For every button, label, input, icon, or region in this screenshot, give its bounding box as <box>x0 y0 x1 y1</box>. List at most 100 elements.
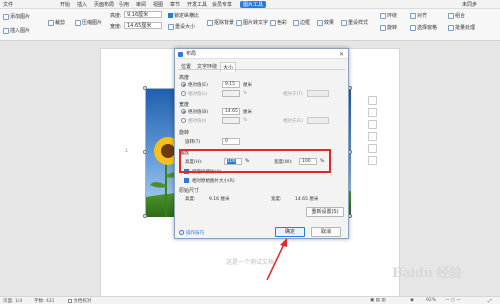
height-unit: 厘米 <box>243 83 252 88</box>
checkbox-icon <box>168 13 173 18</box>
width-absolute-input[interactable]: 14.65 <box>222 108 240 115</box>
menu-layout[interactable]: 页面布局 <box>94 1 114 8</box>
combine-icon <box>448 12 454 19</box>
picture-float-toolbar <box>368 96 379 178</box>
effects-button[interactable]: 效果 <box>317 19 334 26</box>
tab-divider <box>178 69 345 70</box>
crop-icon[interactable] <box>368 120 377 129</box>
combine-button[interactable]: 组合 <box>448 12 465 19</box>
width-percent: % <box>243 118 248 123</box>
outline-icon <box>293 19 299 26</box>
zoom-icon[interactable] <box>368 108 377 117</box>
compress-button[interactable]: 压缩图片 <box>75 19 102 26</box>
style-icon <box>341 19 347 26</box>
dialog-title: 布局 <box>175 49 348 59</box>
sync-status[interactable]: 未同步 <box>462 1 477 8</box>
ribbon-height-input[interactable]: 9.16厘米 <box>124 11 162 18</box>
relative-original-label: 相对原始图片大小(R) <box>192 179 235 184</box>
add-picture-button[interactable]: 添加图片 <box>3 13 30 20</box>
reset-style-button[interactable]: 重设样式 <box>341 19 368 26</box>
menu-member[interactable]: 会员专享 <box>212 1 232 8</box>
original-height-label: 高度: <box>185 197 196 202</box>
height-relative-to-select[interactable] <box>307 90 329 97</box>
width-relative-input[interactable] <box>222 117 240 124</box>
word-count[interactable]: 字数: 431 <box>34 298 55 304</box>
align-button[interactable]: 对齐 <box>410 12 427 19</box>
height-absolute-input[interactable]: 9.15 <box>222 81 240 88</box>
text-extract-button[interactable]: 图片转文字 <box>236 19 268 26</box>
height-absolute-label: 绝对值(E) <box>188 83 208 88</box>
view-mode-icon[interactable]: ▣ ▤ ▥ <box>370 298 386 303</box>
batch-button[interactable]: 批量处理 <box>448 24 475 31</box>
select-icon <box>410 24 416 31</box>
lock-ratio-checkbox[interactable]: 锁定纵横比 <box>168 12 199 19</box>
select-pane-button[interactable]: 选择窗格 <box>410 24 437 31</box>
width-absolute-radio[interactable] <box>181 109 186 114</box>
menu-view[interactable]: 视图 <box>153 1 163 8</box>
height-relative-input[interactable] <box>222 90 240 97</box>
rotate-icon <box>380 24 386 31</box>
width-absolute-label: 绝对值(B) <box>188 110 209 115</box>
menu-picture-tools[interactable]: 图片工具 <box>240 1 267 8</box>
menu-home[interactable]: 开始 <box>60 1 70 8</box>
picture-icon <box>3 13 9 20</box>
close-icon[interactable]: ✕ <box>339 51 344 58</box>
height-relative-to-label: 相对于(T) <box>283 92 303 97</box>
resize-handle[interactable] <box>143 86 147 90</box>
ribbon: 添加图片 插入图片 裁剪 压缩图片 高度: 9.16厘米 宽度: 14.65厘米… <box>0 9 500 41</box>
spell-check[interactable]: 文档校对 <box>68 298 91 304</box>
color-button[interactable]: 色彩 <box>270 19 287 26</box>
fullscreen-icon[interactable]: ⤢ <box>488 298 492 304</box>
menu-insert[interactable]: 插入 <box>77 1 87 8</box>
resize-handle[interactable] <box>143 214 147 218</box>
height-relative-radio[interactable] <box>181 91 186 96</box>
cancel-button[interactable]: 取消 <box>311 227 341 237</box>
menu-bar: 文件 开始 插入 页面布局 引用 审阅 视图 章节 开发工具 会员专享 图片工具… <box>0 0 500 9</box>
rotate-input[interactable]: 0 <box>222 138 240 145</box>
menu-devtools[interactable]: 开发工具 <box>187 1 207 8</box>
crop-button[interactable]: 裁剪 <box>48 19 65 26</box>
insert-picture-button[interactable]: 插入图片 <box>3 27 30 34</box>
wrap-button[interactable]: 环绕 <box>380 12 397 19</box>
width-relative-to-label: 相对于(E) <box>283 119 303 124</box>
rotate-section-title: 旋转 <box>179 130 190 136</box>
ribbon-height-label: 高度: <box>110 13 122 19</box>
menu-reference[interactable]: 引用 <box>119 1 129 8</box>
app-icon <box>178 52 183 57</box>
more-icon[interactable] <box>368 156 377 165</box>
menu-file[interactable]: 文件 <box>3 1 13 8</box>
ribbon-width-label: 宽度: <box>110 24 122 30</box>
menu-review[interactable]: 审阅 <box>136 1 146 8</box>
height-absolute-radio[interactable] <box>181 82 186 87</box>
arrow-icon <box>266 238 287 281</box>
zoom-level[interactable]: 92% <box>426 298 436 303</box>
tips-link[interactable]: 操作技巧 <box>186 230 204 236</box>
layout-options-icon[interactable] <box>368 96 377 105</box>
layout-dialog: 布局 ✕ 位置 文字环绕 大小 高度 绝对值(E) 9.15 厘米 相对值(L)… <box>174 48 349 239</box>
width-relative-to-select[interactable] <box>307 117 329 124</box>
help-icon <box>179 230 184 235</box>
align-icon <box>410 12 416 19</box>
eye-icon[interactable]: ◉ <box>410 298 414 303</box>
checkbox-icon <box>68 298 72 303</box>
original-size-title: 原始尺寸 <box>179 188 200 194</box>
reset-size-button[interactable]: 重新设置(S) <box>306 207 344 217</box>
reset-size-button[interactable]: 重设大小 <box>168 23 195 30</box>
crop-icon <box>48 19 54 26</box>
original-height-value: 9.16 厘米 <box>209 197 230 202</box>
ribbon-width-input[interactable]: 14.65厘米 <box>124 22 162 29</box>
lightbulb-icon[interactable] <box>368 144 377 153</box>
status-bar: 页面: 1/4 字数: 431 文档校对 ▣ ▤ ▥ ◉ 92% — ○ — ⤢ <box>0 296 500 304</box>
resize-handle[interactable] <box>143 150 147 154</box>
menu-chapter[interactable]: 章节 <box>170 1 180 8</box>
zoom-slider[interactable]: — ○ — <box>445 298 461 303</box>
width-section-title: 宽度 <box>179 102 190 108</box>
clear-background-button[interactable]: 抠除背景 <box>207 19 234 26</box>
relative-original-checkbox[interactable] <box>184 178 189 183</box>
tab-size[interactable]: 大小 <box>220 62 237 72</box>
outline-button[interactable]: 边框 <box>293 19 310 26</box>
width-relative-radio[interactable] <box>181 118 186 123</box>
original-width-value: 14.65 厘米 <box>295 197 319 202</box>
rotate-button[interactable]: 旋转 <box>380 24 397 31</box>
image-edit-icon[interactable] <box>368 132 377 141</box>
